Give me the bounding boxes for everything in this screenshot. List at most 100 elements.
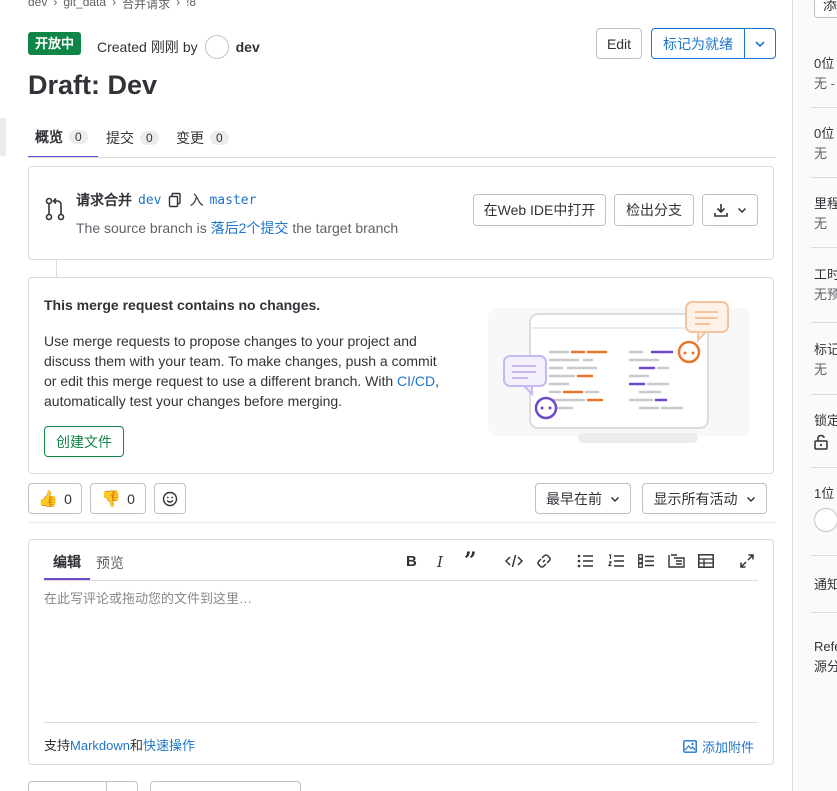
sidebar-divider [811,467,837,468]
smiley-icon [162,491,178,506]
tab-edit-label: 编辑 [53,554,81,570]
sort-order-dropdown[interactable]: 最早在前 [535,483,631,514]
empty-body-line: discuss them with your team. To make cha… [44,353,437,369]
sidebar-divider [811,394,837,395]
sidebar-section-title: 1位 [814,486,835,501]
created-label: Created [97,39,147,55]
comment-textarea[interactable]: 在此写评论或拖动您的文件到这里… [44,588,758,720]
sidebar-section-title: 标记 [814,342,837,357]
sidebar-notifications[interactable]: 通知 [814,574,837,593]
sidebar-section-value: 无 - [814,76,835,91]
bold-icon[interactable]: B [406,553,417,570]
image-icon [683,740,697,753]
quote-icon[interactable]: ” [464,548,477,574]
sidebar-lock[interactable]: 锁定 [814,411,837,450]
thumbs-down-count: 0 [127,490,135,507]
task-list-icon[interactable] [638,554,654,568]
empty-merge-illustration [488,301,750,443]
edit-button[interactable]: Edit [596,28,642,59]
sidebar-section-title: 0位 [814,126,835,141]
sidebar-add-button[interactable]: 添加 [814,0,837,18]
branch-status-suffix: the target branch [292,220,399,236]
comment-placeholder: 在此写评论或拖动您的文件到这里… [44,591,253,606]
target-branch-link[interactable]: master [209,193,256,208]
tab-preview-label: 预览 [96,555,124,571]
editor-toolbar-divider [44,580,758,581]
participant-avatar[interactable] [814,508,837,532]
submit-split-divider [106,781,107,791]
download-dropdown-button[interactable] [702,194,758,226]
quick-actions-link[interactable]: 快速操作 [143,738,195,753]
author-name[interactable]: dev [236,39,260,55]
sidebar-section-value: 无 [814,146,828,161]
behind-commits-link[interactable]: 落后2个提交 [211,220,289,236]
open-web-ide-button[interactable]: 在Web IDE中打开 [473,194,606,226]
chevron-right-icon: › [53,0,58,9]
table-icon[interactable] [698,554,714,568]
sidebar-time-tracking[interactable]: 工时 无预 [814,265,837,305]
thumbs-down-button[interactable]: 👎 0 [90,483,146,514]
link-icon[interactable] [536,553,552,569]
tab-label: 概览 [35,129,63,145]
breadcrumb-item[interactable]: git_data [63,0,106,12]
sidebar-divider [811,612,837,613]
bullet-list-icon[interactable] [577,554,593,568]
add-reaction-button[interactable] [154,483,186,514]
empty-body-line: automatically test your changes before m… [44,393,343,409]
copy-icon[interactable] [167,192,183,208]
breadcrumb-item[interactable]: !8 [186,0,196,12]
thumbs-up-button[interactable]: 👍 0 [28,483,82,514]
sidebar-reference: Refe 源分 [814,637,837,677]
breadcrumb: dev › git_data › 合并请求 › !8 [28,0,196,12]
numbered-list-icon[interactable] [608,554,624,568]
tab-edit[interactable]: 编辑 [44,546,90,580]
sidebar-assignee[interactable]: 0位 无 - [814,54,835,94]
code-icon[interactable] [505,554,523,568]
breadcrumb-item[interactable]: 合并请求 [122,0,170,12]
sidebar-milestone[interactable]: 里程 无 [814,194,837,234]
attach-file-button[interactable]: 添加附件 [683,737,754,756]
chevron-down-icon [737,207,747,214]
fullscreen-icon[interactable] [740,554,754,568]
submit-comment-button[interactable] [28,781,138,791]
editor-footer-divider [44,722,758,723]
sidebar-divider [811,107,837,108]
empty-body-punct: , [435,373,440,389]
sort-order-label: 最早在前 [546,490,602,507]
tab-preview[interactable]: 预览 [96,546,124,580]
sidebar-divider [811,322,837,323]
thumbs-up-count: 0 [64,490,72,507]
mark-ready-dropdown-button[interactable] [744,28,776,59]
sidebar-section-title: 0位 [814,56,835,71]
sidebar-section-title: 锁定 [814,413,837,428]
activity-filter-dropdown[interactable]: 显示所有活动 [642,483,767,514]
sidebar-section-title: 里程 [814,196,837,211]
sidebar-reviewer[interactable]: 0位 无 [814,124,834,164]
sidebar-section-value: 源分 [814,659,837,674]
status-badge: 开放中 [28,32,82,55]
mark-ready-button[interactable]: 标记为就绪 [651,28,745,59]
chevron-down-icon [755,40,765,47]
checkout-branch-button[interactable]: 检出分支 [614,194,694,226]
sidebar-section-value: 无 [814,362,828,377]
tab-commits[interactable]: 提交 0 [106,118,159,158]
source-branch-link[interactable]: dev [138,193,161,208]
attach-file-label: 添加附件 [702,740,755,755]
collapsed-nav-strip [0,118,6,156]
create-file-button[interactable]: 创建文件 [44,426,124,457]
empty-body-text: or edit this merge request to use a diff… [44,373,394,389]
sidebar-labels[interactable]: 标记 无 [814,340,837,380]
download-icon [714,204,728,217]
close-merge-request-button[interactable] [150,781,301,791]
breadcrumb-item[interactable]: dev [28,0,47,12]
collapsible-section-icon[interactable] [668,554,685,568]
timeline-connector [56,260,57,277]
tab-changes[interactable]: 变更 0 [176,118,229,158]
avatar[interactable] [204,35,229,59]
tab-overview[interactable]: 概览 0 [28,118,98,158]
merge-prefix: 请求合并 [76,192,132,208]
right-sidebar: 添加 0位 无 - 0位 无 里程 无 工时 无预 标记 无 锁定 1位 通知 … [792,0,837,791]
ci-cd-link[interactable]: CI/CD [397,373,435,389]
markdown-link[interactable]: Markdown [70,738,130,753]
italic-icon[interactable]: I [437,553,443,571]
